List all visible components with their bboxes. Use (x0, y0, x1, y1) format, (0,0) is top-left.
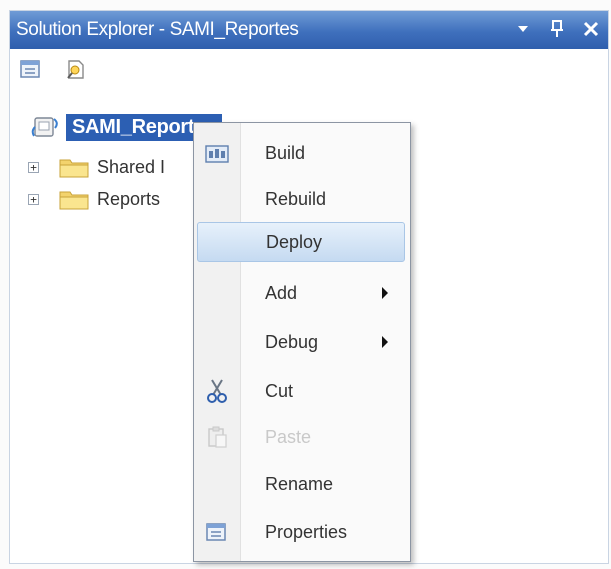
pin-icon (551, 20, 563, 37)
submenu-arrow-icon (382, 336, 388, 348)
menu-item-label: Rename (265, 473, 334, 494)
menu-icon-slot (194, 133, 240, 173)
menu-icon-slot (194, 464, 240, 504)
auto-hide-button[interactable] (548, 17, 566, 41)
paste-icon (208, 426, 227, 448)
menu-item-rename[interactable]: Rename (194, 464, 410, 504)
properties-icon (206, 523, 226, 541)
build-icon (205, 145, 229, 163)
menu-item-label: Build (265, 142, 306, 163)
menu-icon-slot (194, 371, 240, 411)
menu-icon-slot (194, 512, 240, 552)
submenu-arrow-icon (382, 287, 388, 299)
menu-icon-slot (194, 322, 240, 362)
tree-node-label: Reports (97, 188, 161, 209)
menu-item-paste[interactable]: Paste (194, 417, 410, 457)
cut-icon (207, 379, 227, 403)
menu-item-build[interactable]: Build (194, 133, 410, 173)
dropdown-arrow-icon (518, 26, 528, 32)
menu-item-rebuild[interactable]: Rebuild (194, 179, 410, 219)
screenshot-page: Solution Explorer - SAMI_Reportes SAMI_R… (0, 0, 611, 569)
menu-item-label: Rebuild (265, 188, 327, 209)
properties-button[interactable] (18, 56, 44, 82)
menu-item-deploy[interactable]: Deploy (197, 222, 405, 262)
expand-toggle[interactable]: + (28, 161, 39, 173)
tree-node-shared-data-sources[interactable]: + Shared I (28, 153, 165, 181)
panel-title: Solution Explorer - SAMI_Reportes (16, 19, 299, 40)
window-position-button[interactable] (514, 17, 532, 41)
menu-icon-slot (198, 222, 241, 262)
tree-node-reports[interactable]: + Reports (28, 185, 160, 213)
panel-titlebar[interactable]: Solution Explorer - SAMI_Reportes (10, 11, 608, 49)
folder-icon (59, 159, 89, 178)
menu-item-label: Debug (265, 331, 319, 352)
menu-item-label: Paste (265, 426, 312, 447)
menu-item-label: Properties (265, 521, 348, 542)
show-all-files-button[interactable] (62, 56, 88, 82)
menu-item-label: Deploy (266, 231, 323, 252)
solution-project-icon (31, 117, 58, 137)
menu-icon-slot (194, 417, 240, 457)
folder-icon (59, 191, 89, 210)
menu-icon-slot (194, 179, 240, 219)
menu-item-properties[interactable]: Properties (194, 512, 410, 552)
menu-item-label: Cut (265, 380, 294, 401)
close-button[interactable] (582, 17, 600, 41)
titlebar-buttons (514, 17, 600, 41)
properties-icon (20, 60, 40, 78)
show-all-files-icon (67, 60, 84, 79)
context-menu: Build Rebuild Deploy Add Debug Cut Paste… (193, 122, 411, 562)
menu-item-cut[interactable]: Cut (194, 371, 410, 411)
menu-item-add[interactable]: Add (194, 273, 410, 313)
panel-toolbar (10, 49, 608, 89)
close-icon (583, 21, 599, 37)
menu-icon-slot (194, 273, 240, 313)
expand-toggle[interactable]: + (28, 193, 39, 205)
menu-item-label: Add (265, 282, 298, 303)
menu-item-debug[interactable]: Debug (194, 322, 410, 362)
tree-node-label: Shared I (97, 156, 166, 177)
